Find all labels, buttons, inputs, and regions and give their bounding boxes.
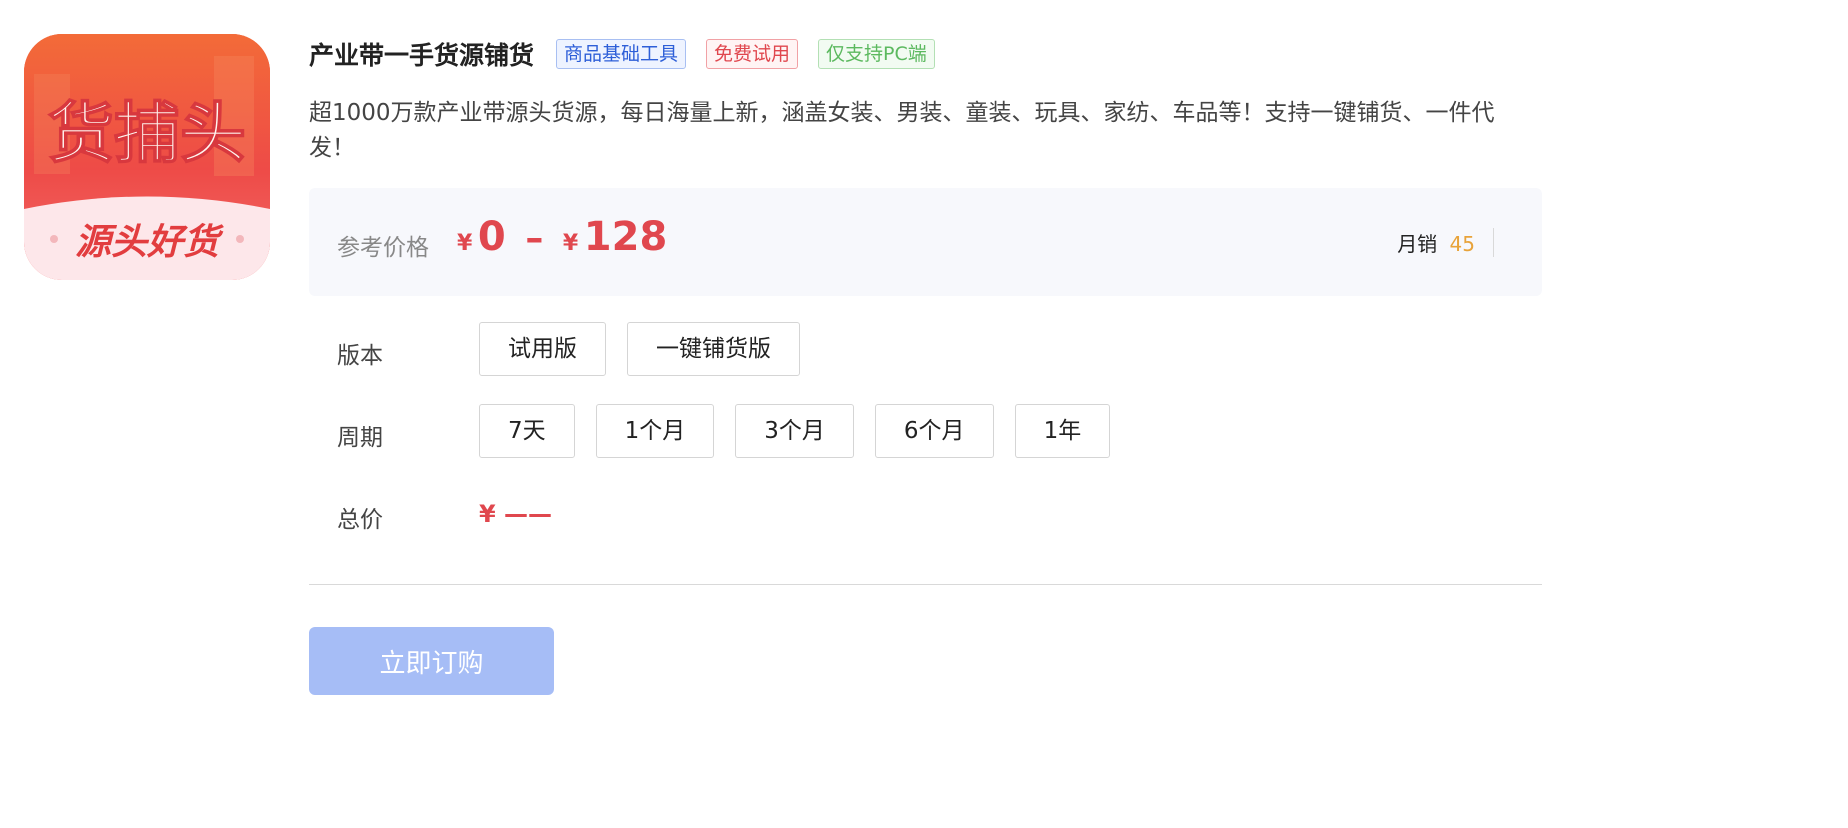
period-option-3m[interactable]: 3个月	[735, 404, 854, 458]
buy-now-button[interactable]: 立即订购	[309, 627, 554, 695]
currency-symbol: ¥	[562, 231, 579, 256]
product-description: 超1000万款产业带源头货源，每日海量上新，涵盖女装、男装、童装、玩具、家纺、车…	[309, 100, 1495, 161]
period-options: 7天 1个月 3个月 6个月 1年	[479, 404, 1131, 458]
period-label: 周期	[337, 425, 383, 451]
divider	[309, 584, 1542, 585]
app-logo: 货捕头 源头好货	[24, 34, 270, 280]
title-row: 产业带一手货源铺货 商品基础工具 免费试用 仅支持PC端	[309, 34, 1542, 74]
price-range: ¥ 0 – ¥ 128	[457, 214, 667, 260]
price-panel: 参考价格 ¥ 0 – ¥ 128 月销 45	[309, 188, 1542, 296]
product-title: 产业带一手货源铺货	[309, 41, 535, 70]
tag-pc-only: 仅支持PC端	[818, 39, 935, 69]
version-row: 版本 试用版 一键铺货版	[309, 322, 1542, 404]
period-row: 周期 7天 1个月 3个月 6个月 1年	[309, 404, 1542, 486]
version-options: 试用版 一键铺货版	[479, 322, 821, 376]
sales-label: 月销	[1397, 232, 1438, 256]
period-option-7d[interactable]: 7天	[479, 404, 575, 458]
price-min: 0	[477, 214, 506, 260]
product-detail: 产业带一手货源铺货 商品基础工具 免费试用 仅支持PC端 超1000万款产业带源…	[309, 34, 1542, 568]
version-label: 版本	[337, 343, 383, 369]
price-max: 128	[583, 214, 668, 260]
logo-sub-text: 源头好货	[75, 222, 224, 263]
total-row: 总价 ¥ ——	[309, 486, 1542, 568]
period-option-6m[interactable]: 6个月	[874, 404, 994, 458]
monthly-sales: 月销 45	[1397, 228, 1494, 257]
tag-basic-tool: 商品基础工具	[556, 39, 687, 69]
sales-value: 45	[1449, 232, 1475, 256]
total-label: 总价	[337, 507, 383, 533]
version-option-trial[interactable]: 试用版	[479, 322, 606, 376]
price-separator: –	[525, 218, 544, 259]
period-option-1y[interactable]: 1年	[1014, 404, 1111, 458]
logo-art: 货捕头 源头好货	[24, 34, 270, 280]
version-option-oneclick[interactable]: 一键铺货版	[627, 322, 800, 376]
tag-free-trial: 免费试用	[706, 39, 799, 69]
logo-main-text: 货捕头	[48, 95, 246, 172]
period-option-1m[interactable]: 1个月	[595, 404, 715, 458]
price-label: 参考价格	[337, 235, 429, 261]
total-value: ¥ ——	[479, 500, 553, 528]
currency-symbol: ¥	[457, 231, 473, 256]
